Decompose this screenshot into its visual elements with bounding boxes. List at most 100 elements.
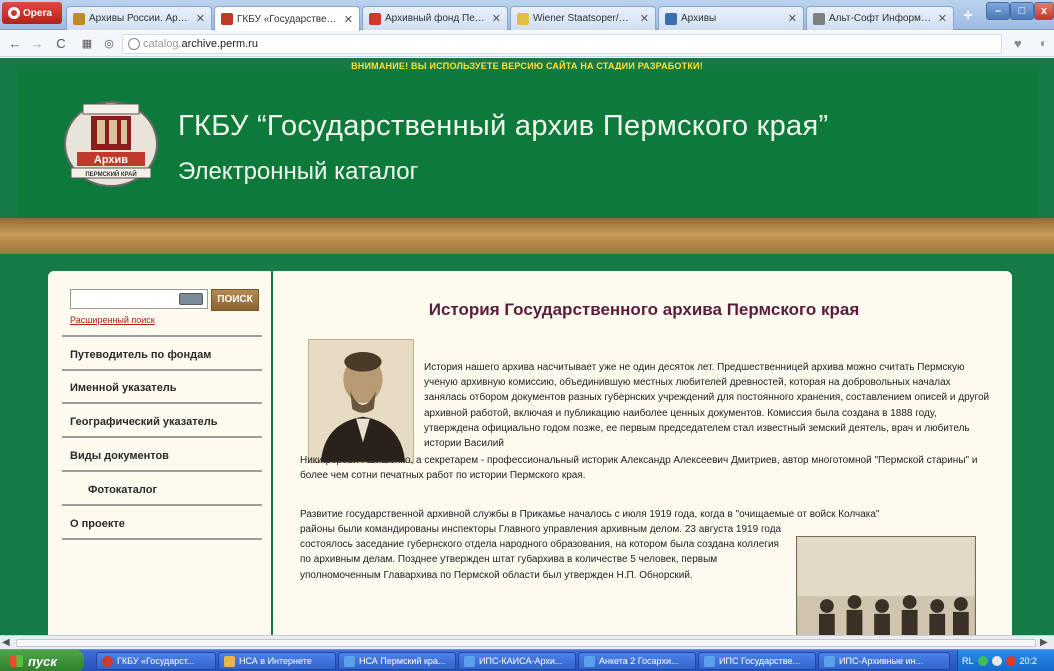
opera-icon	[102, 655, 113, 667]
tab-close-icon[interactable]: ✕	[640, 12, 649, 25]
tab-title: Архивы	[681, 13, 717, 24]
site-subtitle: Электронный каталог	[178, 158, 419, 185]
start-button[interactable]: пуск	[0, 650, 84, 671]
article-paragraph: Никифорович Шишонко, а секретарем - проф…	[300, 455, 978, 482]
address-bar: ← → C ▦ ◎ catalog. archive.perm.ru ♥ ◐	[0, 31, 1054, 57]
logo-label: Архив	[94, 154, 128, 166]
sidebar-divider	[62, 504, 262, 506]
tab-close-icon[interactable]: ✕	[492, 12, 501, 25]
globe-icon	[128, 38, 140, 50]
browser-tab-active[interactable]: ГКБУ «Государственный ✕	[214, 6, 360, 31]
portrait-photo	[308, 339, 414, 463]
network-icon[interactable]	[977, 656, 988, 666]
sidebar-divider	[62, 538, 262, 540]
search-button[interactable]: ПОИСК	[211, 289, 259, 311]
logo-caption: ПЕРМСКИЙ КРАЙ	[85, 170, 136, 178]
sidebar-item-photo-catalog[interactable]: Фотокаталог	[88, 484, 157, 496]
windows-flag-icon	[10, 655, 23, 667]
window-minimize-button[interactable]: –	[986, 2, 1010, 20]
site-header: Архив ПЕРМСКИЙ КРАЙ ГКБУ “Государственны…	[18, 70, 1038, 220]
content-panel: ПОИСК Расширенный поиск Путеводитель по …	[48, 271, 1012, 635]
reload-icon[interactable]: C	[52, 35, 70, 53]
taskbar-item-label: ИПС-КАИСА-Архи...	[479, 656, 563, 666]
taskbar-item[interactable]: ГКБУ «Государст...	[96, 652, 216, 670]
system-tray: RL 20:2	[957, 650, 1054, 671]
tab-favicon-icon	[369, 12, 381, 25]
advanced-search-link[interactable]: Расширенный поиск	[70, 315, 155, 325]
taskbar-item[interactable]: ИПС-КАИСА-Архи...	[458, 652, 576, 670]
opera-menu-button[interactable]: Opera	[2, 2, 62, 24]
tab-close-icon[interactable]: ✕	[344, 13, 353, 26]
scroll-right-icon[interactable]: ▶	[1040, 637, 1048, 648]
sidebar-divider	[62, 369, 262, 371]
sidebar-divider	[62, 335, 262, 337]
tab-close-icon[interactable]: ✕	[196, 12, 205, 25]
article-paragraph: Развитие государственной архивной службы…	[300, 509, 880, 520]
scrollbar-thumb[interactable]	[16, 639, 1036, 647]
browser-tab[interactable]: Wiener Staatsoper/Cultu ✕	[510, 6, 656, 30]
volume-icon[interactable]	[991, 656, 1002, 666]
taskbar-item[interactable]: НСА Пермский кра...	[338, 652, 456, 670]
browser-tab-strip: Opera Архивы России. Архивн ✕ ГКБУ «Госу…	[0, 0, 1054, 31]
taskbar-item-label: НСА в Интернете	[239, 656, 312, 666]
browser-tab[interactable]: Архивный фонд Пермск ✕	[362, 6, 508, 30]
opera-logo-icon	[8, 7, 20, 19]
archive-logo[interactable]: Архив ПЕРМСКИЙ КРАЙ	[63, 96, 159, 188]
windows-taskbar: пуск ГКБУ «Государст... НСА в Интернете …	[0, 649, 1054, 671]
taskbar-item[interactable]: Анкета 2 Госархи...	[578, 652, 696, 670]
tab-close-icon[interactable]: ✕	[938, 12, 947, 25]
language-indicator[interactable]: RL	[962, 656, 974, 666]
url-prefix: catalog.	[143, 38, 182, 50]
article-paragraph: История нашего архива насчитывает уже не…	[424, 362, 990, 450]
tab-favicon-icon	[517, 12, 529, 25]
site-info-icon[interactable]: ◎	[100, 35, 118, 53]
window-icon	[344, 655, 355, 667]
back-arrow-icon[interactable]: ←	[6, 35, 24, 53]
keyboard-icon[interactable]	[179, 293, 203, 305]
article-title: История Государственного архива Пермског…	[428, 300, 860, 319]
window-icon	[584, 655, 595, 667]
tab-favicon-icon	[221, 13, 233, 25]
window-icon	[704, 655, 715, 667]
forward-arrow-icon[interactable]: →	[28, 35, 46, 53]
tab-close-icon[interactable]: ✕	[788, 12, 797, 25]
web-page: ВНИМАНИЕ! ВЫ ИСПОЛЬЗУЕТЕ ВЕРСИЮ САЙТА НА…	[0, 58, 1054, 635]
taskbar-item[interactable]: НСА в Интернете	[218, 652, 336, 670]
sidebar-divider	[62, 402, 262, 404]
horizontal-scrollbar[interactable]: ◀ ▶	[0, 635, 1054, 649]
taskbar-item[interactable]: ИПС-Архивные ин...	[818, 652, 950, 670]
sidebar-item-fond-guide[interactable]: Путеводитель по фондам	[70, 349, 211, 361]
browser-tab[interactable]: Архивы ✕	[658, 6, 804, 30]
folder-icon	[224, 655, 235, 667]
extension-icon[interactable]: ◐	[1040, 36, 1047, 50]
taskbar-item[interactable]: ИПС Государстве...	[698, 652, 816, 670]
tab-favicon-icon	[73, 12, 85, 25]
taskbar-item-label: ИПС-Архивные ин...	[839, 656, 924, 666]
start-label: пуск	[28, 653, 57, 669]
sidebar-item-about[interactable]: О проекте	[70, 518, 125, 530]
sidebar-item-document-types[interactable]: Виды документов	[70, 450, 169, 462]
tab-title: Архивный фонд Пермск	[385, 13, 488, 24]
sidebar-divider	[62, 436, 262, 438]
url-input[interactable]: catalog. archive.perm.ru	[122, 34, 1002, 54]
tab-title: Альт-Софт Информацио	[829, 13, 934, 24]
tab-favicon-icon	[813, 12, 825, 25]
speed-dial-grid-icon[interactable]: ▦	[78, 35, 96, 53]
opera-tray-icon[interactable]	[1005, 656, 1016, 666]
browser-tab[interactable]: Архивы России. Архивн ✕	[66, 6, 212, 30]
new-tab-button[interactable]: +	[958, 8, 978, 26]
gold-band	[0, 218, 1054, 254]
sidebar-item-geo-index[interactable]: Географический указатель	[70, 416, 217, 428]
taskbar-item-label: ИПС Государстве...	[719, 656, 800, 666]
sidebar-item-name-index[interactable]: Именной указатель	[70, 382, 177, 394]
window-maximize-button[interactable]: □	[1010, 2, 1034, 20]
heart-bookmark-icon[interactable]: ♥	[1014, 36, 1022, 51]
browser-tab[interactable]: Альт-Софт Информацио ✕	[806, 6, 954, 30]
window-close-button[interactable]: x	[1034, 2, 1054, 20]
clock[interactable]: 20:2	[1020, 656, 1038, 666]
tab-title: Wiener Staatsoper/Cultu	[533, 13, 636, 24]
group-photo	[796, 536, 976, 635]
window-icon	[464, 655, 475, 667]
scroll-left-icon[interactable]: ◀	[2, 637, 10, 648]
taskbar-item-label: НСА Пермский кра...	[359, 656, 446, 666]
